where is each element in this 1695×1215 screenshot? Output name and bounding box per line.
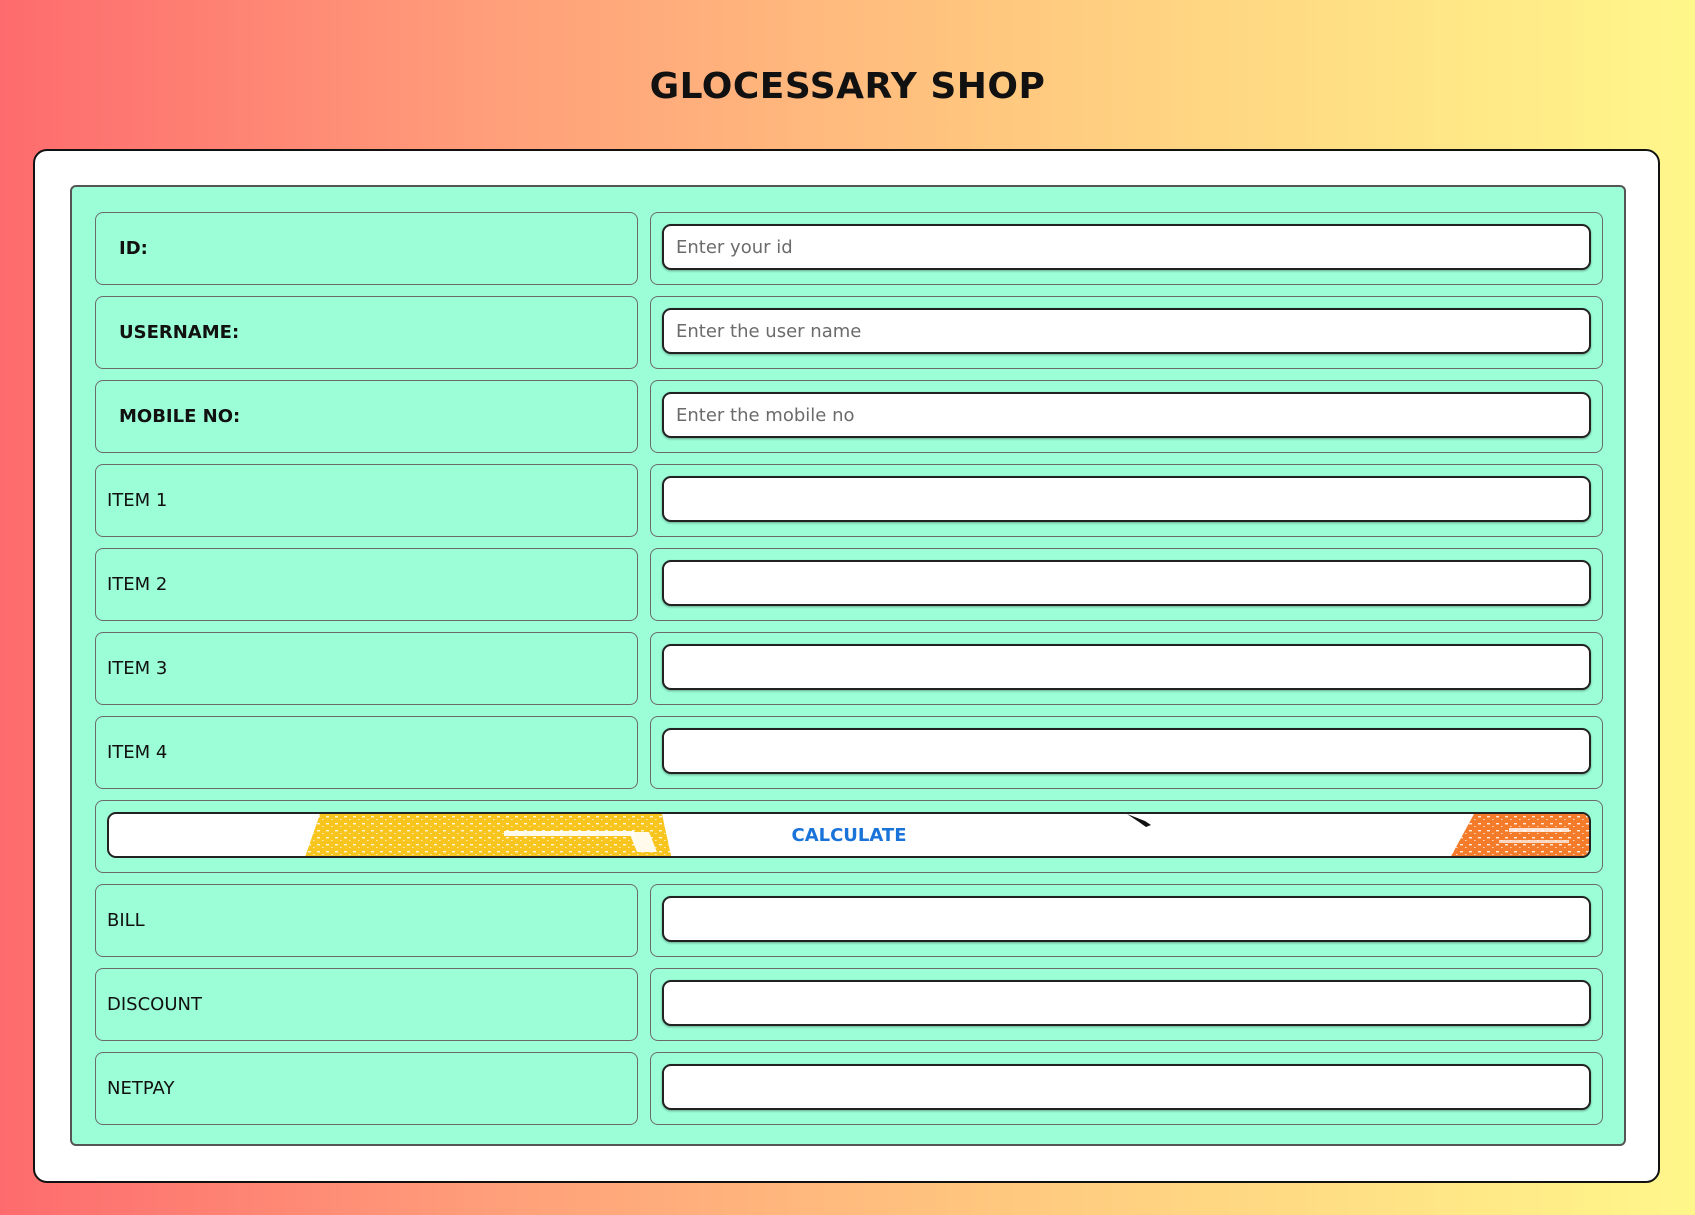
label-item-4: ITEM 4 (107, 742, 168, 763)
input-cell-bill (650, 884, 1603, 957)
item-1-input[interactable] (662, 476, 1591, 522)
label-cell-netpay: NETPAY (95, 1052, 638, 1125)
input-cell-mobile (650, 380, 1603, 453)
label-cell-item4: ITEM 4 (95, 716, 638, 789)
label-bill: BILL (107, 910, 145, 931)
label-cell-id: ID: (95, 212, 638, 285)
discount-input[interactable] (662, 980, 1591, 1026)
mobile-input[interactable] (662, 392, 1591, 438)
label-item-3: ITEM 3 (107, 658, 168, 679)
label-cell-item2: ITEM 2 (95, 548, 638, 621)
id-input[interactable] (662, 224, 1591, 270)
item-3-input[interactable] (662, 644, 1591, 690)
item-4-input[interactable] (662, 728, 1591, 774)
label-item-2: ITEM 2 (107, 574, 168, 595)
label-cell-mobile: MOBILE NO: (95, 380, 638, 453)
input-cell-netpay (650, 1052, 1603, 1125)
input-cell-item3 (650, 632, 1603, 705)
calculate-cell: CALCULATE (95, 800, 1603, 873)
input-cell-item2 (650, 548, 1603, 621)
input-cell-item4 (650, 716, 1603, 789)
label-id: ID: (119, 238, 148, 259)
label-cell-username: USERNAME: (95, 296, 638, 369)
label-cell-bill: BILL (95, 884, 638, 957)
label-item-1: ITEM 1 (107, 490, 168, 511)
label-mobile: MOBILE NO: (119, 406, 241, 427)
input-cell-item1 (650, 464, 1603, 537)
username-input[interactable] (662, 308, 1591, 354)
input-cell-username (650, 296, 1603, 369)
label-cell-item3: ITEM 3 (95, 632, 638, 705)
calculate-button[interactable]: CALCULATE (107, 812, 1591, 858)
label-cell-item1: ITEM 1 (95, 464, 638, 537)
shop-form: ID: USERNAME: MOBILE NO: ITEM 1 ITEM 2 I… (70, 185, 1626, 1146)
input-cell-id (650, 212, 1603, 285)
bill-input[interactable] (662, 896, 1591, 942)
label-username: USERNAME: (119, 322, 240, 343)
netpay-input[interactable] (662, 1064, 1591, 1110)
input-cell-discount (650, 968, 1603, 1041)
label-netpay: NETPAY (107, 1078, 175, 1099)
item-2-input[interactable] (662, 560, 1591, 606)
label-discount: DISCOUNT (107, 994, 202, 1015)
calculate-label: CALCULATE (791, 824, 907, 846)
page-title: GLOCESSARY SHOP (649, 66, 1046, 107)
label-cell-discount: DISCOUNT (95, 968, 638, 1041)
